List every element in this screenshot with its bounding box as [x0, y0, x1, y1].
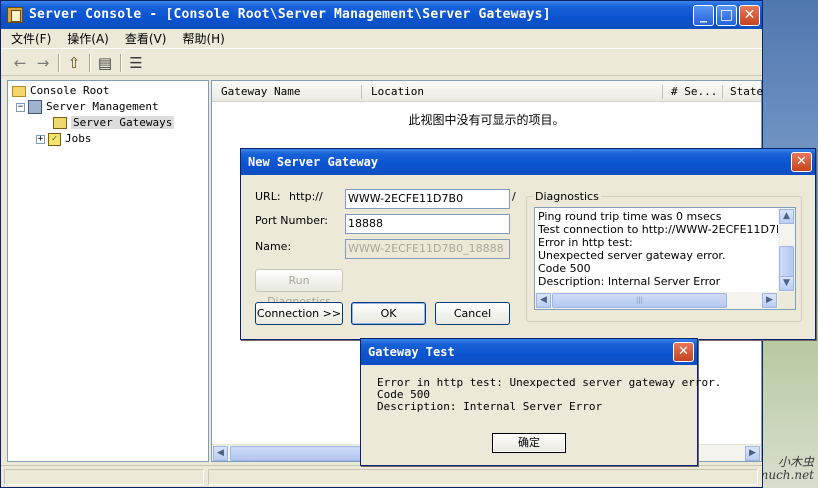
forward-arrow-icon[interactable]: →	[34, 54, 52, 72]
list-column-headers: Gateway Name Location # Se... State	[212, 81, 763, 102]
window-titlebar[interactable]: Server Console - [Console Root\Server Ma…	[1, 1, 762, 29]
close-button[interactable]: ✕	[739, 5, 760, 26]
scroll-left-arrow-icon[interactable]: ◀	[213, 446, 228, 461]
gateway-test-message-line: Description: Internal Server Error	[377, 400, 603, 413]
toolbar-separator	[58, 54, 60, 72]
menu-view[interactable]: 查看(V)	[125, 30, 167, 47]
export-list-icon[interactable]: ▤	[96, 54, 114, 72]
scroll-thumb[interactable]	[230, 446, 380, 461]
diagnostics-line: Ping round trip time was 0 msecs	[538, 210, 722, 223]
toolbar-separator	[89, 54, 91, 72]
scroll-down-arrow-icon[interactable]: ▼	[779, 276, 794, 291]
run-diagnostics-button: Run Diagnostics	[255, 269, 343, 308]
tree-item-jobs[interactable]: + ✓ Jobs	[36, 132, 92, 146]
gateway-test-ok-button[interactable]: 确定	[492, 433, 566, 453]
diagnostics-group-title: Diagnostics	[533, 190, 601, 203]
menu-bar: 文件(F) 操作(A) 查看(V) 帮助(H)	[1, 29, 762, 49]
tree-item-label: Server Management	[46, 100, 159, 113]
scroll-left-arrow-icon[interactable]: ◀	[536, 293, 551, 308]
maximize-button[interactable]: □	[716, 5, 737, 26]
url-label: URL:	[255, 190, 281, 203]
status-field	[208, 469, 758, 485]
diagnostics-line: Test connection to http://WWW-2ECFE11D7B…	[538, 223, 796, 236]
server-console-app-icon	[7, 7, 23, 23]
name-field: WWW-2ECFE11D7B0_18888	[345, 239, 510, 259]
window-title: Server Console - [Console Root\Server Ma…	[29, 7, 551, 22]
diagnostics-output[interactable]: Ping round trip time was 0 msecs Test co…	[534, 207, 796, 310]
new-server-gateway-dialog: New Server Gateway ✕ URL: http:// WWW-2E…	[240, 148, 816, 340]
column-divider[interactable]	[361, 85, 362, 99]
status-bar	[1, 465, 762, 487]
scroll-right-arrow-icon[interactable]: ▶	[762, 293, 777, 308]
empty-list-message: 此视图中没有可显示的项目。	[408, 113, 565, 127]
diagnostics-horizontal-scrollbar[interactable]: ◀ ||| ▶	[535, 292, 778, 309]
url-suffix: /	[512, 190, 516, 203]
connection-button[interactable]: Connection >>	[255, 302, 343, 325]
diagnostics-line: Code 500	[538, 262, 591, 275]
scroll-up-arrow-icon[interactable]: ▲	[779, 209, 794, 224]
diagnostics-line: Error in http test:	[538, 236, 633, 249]
tree-item-label: Server Gateways	[71, 116, 175, 129]
properties-icon[interactable]: ☰	[127, 54, 145, 72]
server-management-icon	[28, 100, 42, 114]
port-number-field[interactable]: 18888	[345, 214, 510, 234]
tree-item-label: Jobs	[65, 132, 92, 145]
tree-item-server-management[interactable]: − Server Management	[16, 100, 159, 114]
collapse-icon[interactable]: −	[16, 102, 25, 112]
name-label: Name:	[255, 240, 292, 253]
scrollbar-corner	[778, 292, 795, 309]
gateway-icon	[53, 117, 67, 129]
cancel-button[interactable]: Cancel	[435, 302, 510, 325]
url-prefix: http://	[289, 190, 323, 203]
console-tree: Console Root − Server Management Server G…	[7, 80, 209, 462]
column-divider[interactable]	[722, 85, 723, 99]
port-number-label: Port Number:	[255, 214, 329, 227]
back-arrow-icon[interactable]: ←	[11, 54, 29, 72]
tree-item-console-root[interactable]: Console Root	[12, 84, 109, 97]
column-state[interactable]: State	[730, 85, 763, 98]
diagnostics-vertical-scrollbar[interactable]: ▲ ▼	[778, 208, 795, 292]
expand-icon[interactable]: +	[36, 134, 45, 144]
diagnostics-group: Diagnostics Ping round trip time was 0 m…	[526, 190, 802, 322]
folder-icon	[12, 85, 26, 97]
url-host-field[interactable]: WWW-2ECFE11D7B0	[345, 189, 510, 209]
status-field	[4, 469, 204, 485]
toolbar-separator	[120, 54, 122, 72]
column-location[interactable]: Location	[371, 85, 424, 98]
menu-action[interactable]: 操作(A)	[67, 30, 109, 47]
dialog-close-button[interactable]: ✕	[673, 342, 694, 362]
scroll-thumb[interactable]: |||	[552, 293, 727, 308]
scroll-thumb[interactable]	[779, 246, 794, 278]
dialog-close-button[interactable]: ✕	[791, 152, 812, 172]
jobs-icon: ✓	[48, 132, 61, 146]
toolbar: ← → ⇧ ▤ ☰	[1, 50, 762, 76]
column-gateway-name[interactable]: Gateway Name	[221, 85, 300, 98]
diagnostics-line: Unexpected server gateway error.	[538, 249, 726, 262]
column-divider[interactable]	[662, 85, 663, 99]
gateway-test-dialog: Gateway Test ✕ Error in http test: Unexp…	[360, 338, 721, 466]
menu-help[interactable]: 帮助(H)	[182, 30, 224, 47]
dialog-title[interactable]: Gateway Test	[361, 339, 697, 365]
scroll-right-arrow-icon[interactable]: ▶	[745, 446, 760, 461]
tree-item-server-gateways[interactable]: Server Gateways	[53, 116, 175, 129]
dialog-title[interactable]: New Server Gateway	[241, 149, 815, 175]
tree-item-label: Console Root	[30, 84, 110, 97]
ok-button[interactable]: OK	[351, 302, 426, 325]
column-sessions[interactable]: # Se...	[671, 85, 717, 98]
diagnostics-line: Description: Internal Server Error	[538, 275, 721, 288]
menu-file[interactable]: 文件(F)	[11, 30, 51, 47]
up-folder-icon[interactable]: ⇧	[65, 54, 83, 72]
minimize-button[interactable]: _	[693, 5, 714, 26]
